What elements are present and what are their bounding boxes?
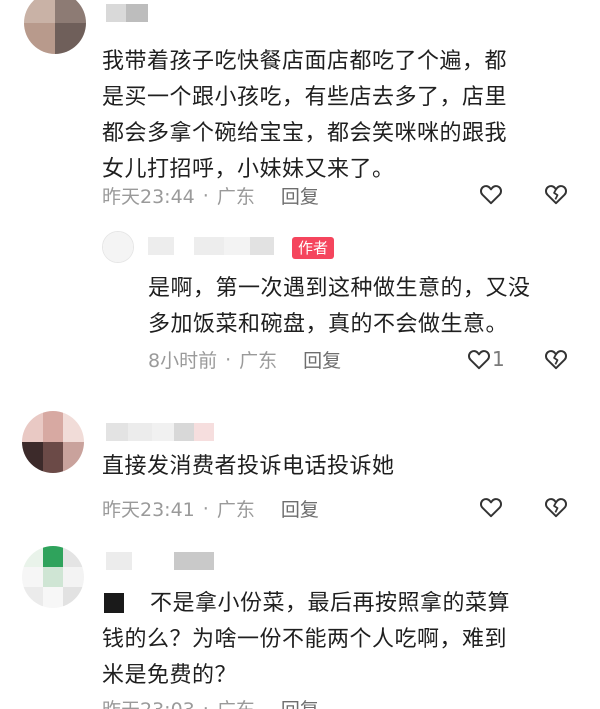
comment-meta: 昨天23:03 · 广东 回复 bbox=[102, 695, 319, 709]
broken-heart-outline-icon[interactable] bbox=[543, 494, 569, 520]
heart-outline-icon[interactable] bbox=[478, 494, 504, 520]
timestamp: 昨天23:41 bbox=[102, 499, 195, 521]
avatar[interactable] bbox=[102, 231, 134, 263]
text-line: 钱的么？为啥一份不能两个人吃啊，难到 bbox=[102, 627, 508, 652]
timestamp: 昨天23:03 bbox=[102, 695, 195, 709]
comment-meta: 8小时前 · 广东 回复 bbox=[148, 346, 341, 373]
comment-item: 我带着孩子吃快餐店面店都吃了个遍，都 是买一个跟小孩吃，有些店去多了，店里 都会… bbox=[0, 0, 600, 215]
timestamp: 昨天23:44 bbox=[102, 186, 195, 208]
like-count: 1 bbox=[492, 347, 505, 371]
timestamp: 8小时前 bbox=[148, 350, 218, 372]
text-line: 都会多拿个碗给宝宝，都会笑咪咪的跟我 bbox=[102, 121, 508, 146]
reply-item: 作者 是啊，第一次遇到这种做生意的，又没 多加饭菜和碗盘，真的不会做生意。 8小… bbox=[0, 215, 600, 385]
username-pixelated[interactable] bbox=[106, 4, 148, 22]
comment-text: 是啊，第一次遇到这种做生意的，又没 多加饭菜和碗盘，真的不会做生意。 bbox=[148, 271, 588, 343]
heart-outline-icon[interactable] bbox=[466, 346, 492, 372]
comment-meta: 昨天23:44 · 广东 回复 bbox=[102, 182, 319, 209]
reply-button[interactable]: 回复 bbox=[281, 495, 319, 522]
heart-outline-icon[interactable] bbox=[478, 181, 504, 207]
reply-button[interactable]: 回复 bbox=[303, 346, 341, 373]
avatar[interactable] bbox=[22, 546, 84, 608]
broken-heart-outline-icon[interactable] bbox=[543, 346, 569, 372]
location: 广东 bbox=[216, 499, 255, 521]
comment-text: 直接发消费者投诉电话投诉她 bbox=[102, 449, 572, 485]
comment-text: 我带着孩子吃快餐店面店都吃了个遍，都 是买一个跟小孩吃，有些店去多了，店里 都会… bbox=[102, 44, 572, 188]
avatar[interactable] bbox=[24, 0, 86, 54]
location: 广东 bbox=[239, 350, 278, 372]
comment-meta: 昨天23:41 · 广东 回复 bbox=[102, 495, 319, 522]
username-pixelated[interactable] bbox=[148, 237, 274, 255]
reply-button[interactable]: 回复 bbox=[281, 182, 319, 209]
text-line: 多加饭菜和碗盘，真的不会做生意。 bbox=[148, 312, 509, 337]
text-line: 是啊，第一次遇到这种做生意的，又没 bbox=[148, 276, 531, 301]
comment-text: 不是拿小份菜，最后再按照拿的菜算 钱的么？为啥一份不能两个人吃啊，难到 米是免费… bbox=[102, 586, 572, 694]
comment-item: 直接发消费者投诉电话投诉她 昨天23:41 · 广东 回复 bbox=[0, 405, 600, 535]
text-line: 不是拿小份菜，最后再按照拿的菜算 bbox=[150, 591, 511, 616]
broken-heart-outline-icon[interactable] bbox=[543, 181, 569, 207]
text-line: 米是免费的？ bbox=[102, 663, 238, 688]
text-line: 是买一个跟小孩吃，有些店去多了，店里 bbox=[102, 85, 508, 110]
username-pixelated[interactable] bbox=[106, 552, 214, 570]
location: 广东 bbox=[217, 695, 255, 709]
avatar[interactable] bbox=[22, 411, 84, 473]
separator: · bbox=[202, 497, 209, 520]
author-badge: 作者 bbox=[292, 237, 335, 259]
reply-button[interactable]: 回复 bbox=[281, 695, 319, 709]
separator: · bbox=[225, 348, 232, 371]
username-pixelated[interactable] bbox=[106, 423, 214, 441]
location: 广东 bbox=[216, 186, 255, 208]
separator: · bbox=[202, 184, 209, 207]
comment-item: 不是拿小份菜，最后再按照拿的菜算 钱的么？为啥一份不能两个人吃啊，难到 米是免费… bbox=[0, 540, 600, 709]
separator: · bbox=[202, 697, 209, 709]
text-line: 我带着孩子吃快餐店面店都吃了个遍，都 bbox=[102, 49, 508, 74]
text-line: 直接发消费者投诉电话投诉她 bbox=[102, 454, 395, 479]
